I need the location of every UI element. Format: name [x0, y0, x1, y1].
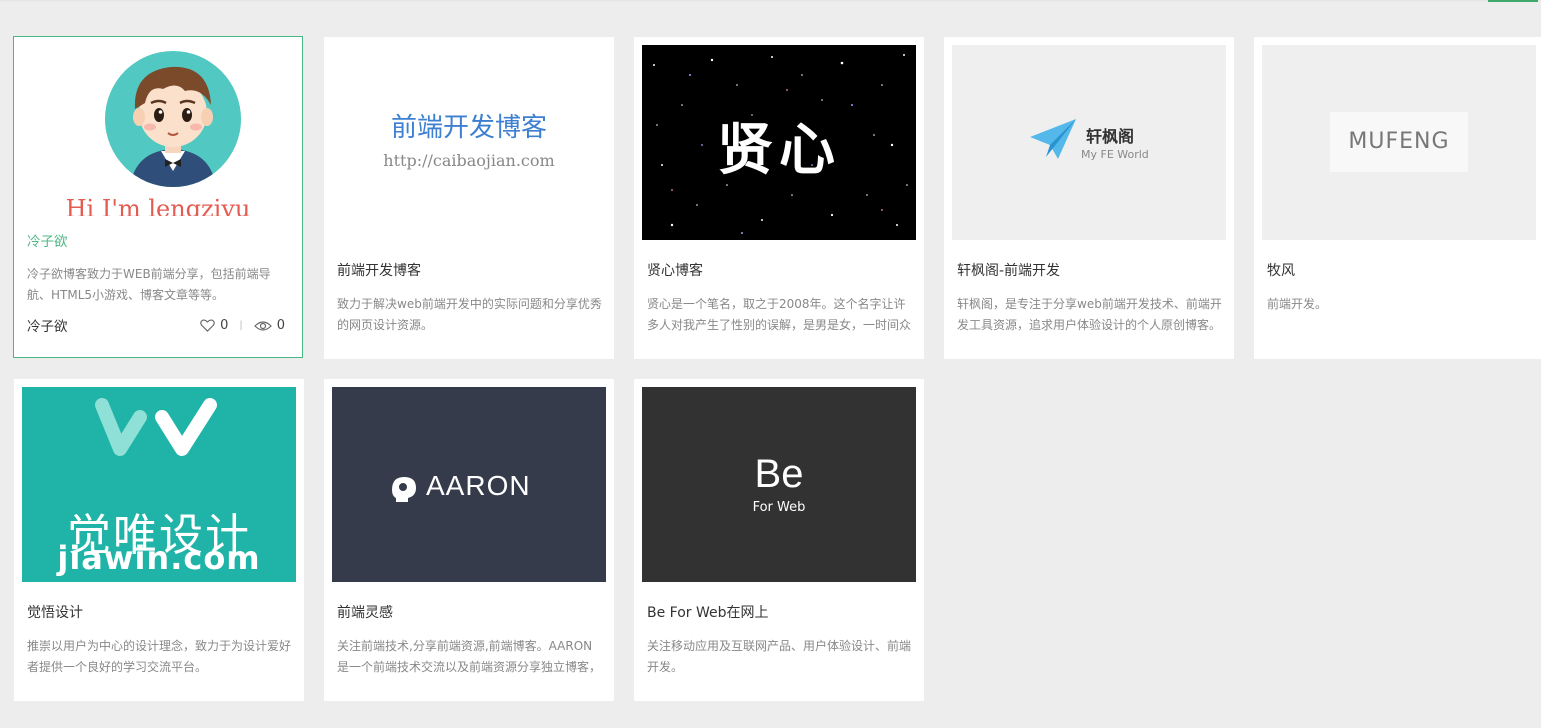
site-card-beforweb[interactable]: Be For Web Be For Web在网上 关注移动应用及互联网产品、用户… — [634, 379, 924, 701]
heart-icon[interactable] — [200, 319, 215, 332]
card-title[interactable]: 贤心博客 — [647, 260, 703, 280]
card-description: 致力于解决web前端开发中的实际问题和分享优秀的网页设计资源。 — [337, 297, 602, 332]
view-count: 0 — [276, 318, 285, 333]
thumbnail-text-en: jiawin.com — [57, 539, 261, 577]
top-divider — [0, 0, 1541, 2]
thumbnail-text: MUFENG — [1348, 129, 1450, 154]
avatar — [105, 51, 241, 187]
thumbnail-url: http://caibaojian.com — [383, 151, 555, 170]
card-thumbnail[interactable]: Be For Web — [642, 387, 916, 582]
card-description: 贤心是一个笔名，取之于2008年。这个名字让许多人对我产生了性别的误解，是男是女… — [647, 297, 912, 332]
stats-separator: | — [239, 320, 243, 331]
card-description: 冷子欲博客致力于WEB前端分享，包括前端导航、HTML5小游戏、博客文章等等。 — [27, 267, 271, 302]
top-accent-bar — [1488, 0, 1538, 2]
site-card-jiawin[interactable]: 觉唯设计 jiawin.com 觉悟设计 推崇以用户为中心的设计理念，致力于为设… — [14, 379, 304, 701]
like-count: 0 — [220, 318, 229, 333]
card-description: 前端开发。 — [1267, 297, 1328, 311]
thumbnail-text-big: Be — [754, 452, 804, 496]
thumbnail-caption: Hi I'm lengziyu — [65, 195, 251, 216]
card-title[interactable]: 冷子欲 — [27, 230, 68, 250]
card-thumbnail[interactable]: 前端开发博客 http://caibaojian.com — [332, 45, 606, 240]
thumbnail-subtitle: My FE World — [1081, 148, 1149, 161]
thumbnail-text: 贤心 — [717, 117, 841, 183]
card-thumbnail[interactable]: AARON — [332, 387, 606, 582]
card-title[interactable]: 觉悟设计 — [27, 602, 83, 622]
site-card-xianxin[interactable]: 贤心 贤心博客 贤心是一个笔名，取之于2008年。这个名字让许多人对我产生了性别… — [634, 37, 924, 359]
head-logo-icon — [392, 477, 416, 502]
card-description: 推崇以用户为中心的设计理念，致力于为设计爱好者提供一个良好的学习交流平台。 — [27, 639, 292, 674]
card-title[interactable]: 前端开发博客 — [337, 260, 421, 280]
thumbnail-name: 轩枫阁 — [1086, 127, 1135, 146]
card-stats: 0 | 0 — [200, 318, 285, 333]
thumbnail-title: 前端开发博客 — [390, 112, 547, 142]
eye-icon — [253, 320, 272, 332]
site-card-lengziyu[interactable]: Hi I'm lengziyu 冷子欲 冷子欲博客致力于WEB前端分享，包括前端… — [13, 36, 303, 358]
card-title[interactable]: Be For Web在网上 — [647, 602, 769, 622]
card-description: 关注移动应用及互联网产品、用户体验设计、前端开发。 — [647, 639, 912, 674]
thumbnail-text: AARON — [426, 470, 531, 501]
site-card-caibaojian[interactable]: 前端开发博客 http://caibaojian.com 前端开发博客 致力于解… — [324, 37, 614, 359]
card-thumbnail[interactable]: 觉唯设计 jiawin.com — [22, 387, 296, 582]
card-author[interactable]: 冷子欲 — [27, 315, 68, 335]
logo-box: MUFENG — [1330, 112, 1468, 172]
card-thumbnail[interactable]: Hi I'm lengziyu — [21, 44, 295, 216]
card-title[interactable]: 轩枫阁-前端开发 — [957, 260, 1060, 280]
card-thumbnail[interactable]: 轩枫阁 My FE World — [952, 45, 1226, 240]
site-card-xuanfengge[interactable]: 轩枫阁 My FE World 轩枫阁-前端开发 轩枫阁，是专注于分享web前端… — [944, 37, 1234, 359]
site-card-aaron[interactable]: AARON 前端灵感 关注前端技术,分享前端资源,前端博客。AARON是一个前端… — [324, 379, 614, 701]
card-title[interactable]: 前端灵感 — [337, 602, 393, 622]
card-thumbnail[interactable]: 贤心 — [642, 45, 916, 240]
card-title[interactable]: 牧风 — [1267, 260, 1295, 280]
card-description: 轩枫阁，是专注于分享web前端开发技术、前端开发工具资源，追求用户体验设计的个人… — [957, 297, 1222, 332]
paper-plane-icon — [1030, 119, 1076, 159]
thumbnail-text-small: For Web — [752, 500, 806, 515]
site-card-mufeng[interactable]: MUFENG 牧风 前端开发。 — [1254, 37, 1541, 359]
card-thumbnail[interactable]: MUFENG — [1262, 45, 1536, 240]
card-description: 关注前端技术,分享前端资源,前端博客。AARON是一个前端技术交流以及前端资源分… — [337, 639, 602, 674]
